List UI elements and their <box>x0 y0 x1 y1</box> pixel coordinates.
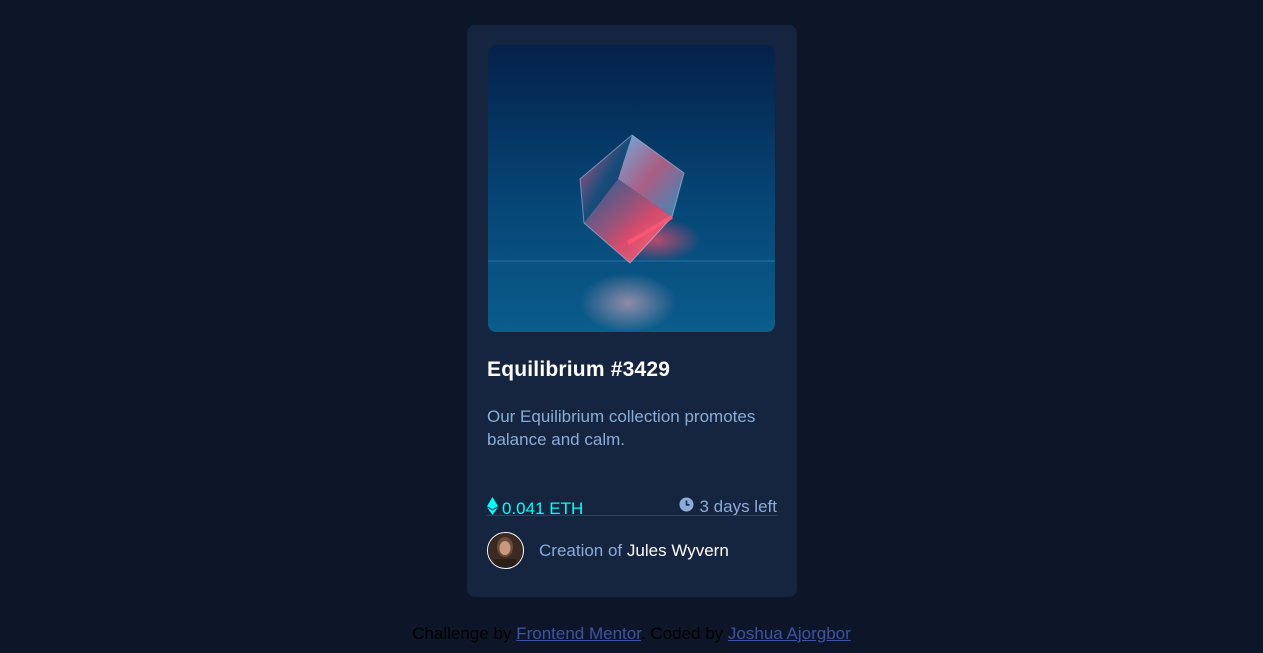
avatar <box>487 532 524 569</box>
creator-row: Creation of Jules Wyvern <box>487 532 729 569</box>
cube-illustration <box>488 45 775 332</box>
author-link[interactable]: Joshua Ajorgbor <box>728 624 851 643</box>
divider <box>487 515 777 516</box>
ethereum-icon <box>487 497 498 520</box>
nft-card: Equilibrium #3429 Our Equilibrium collec… <box>467 25 797 597</box>
nft-title[interactable]: Equilibrium #3429 <box>487 358 670 382</box>
creator-name-link[interactable]: Jules Wyvern <box>627 541 729 560</box>
frontend-mentor-link[interactable]: Frontend Mentor <box>516 624 641 643</box>
attribution: Challenge by Frontend Mentor. Coded by J… <box>0 624 1263 644</box>
price: 0.041 ETH <box>487 497 583 520</box>
attribution-separator: . <box>640 624 646 643</box>
coded-by-text: Coded by <box>650 624 724 643</box>
creator-label: Creation of Jules Wyvern <box>539 541 729 561</box>
nft-description: Our Equilibrium collection promotes bala… <box>487 407 756 449</box>
creator-prefix: Creation of <box>539 540 623 560</box>
time-left: 3 days left <box>679 497 778 517</box>
clock-icon <box>679 497 694 517</box>
challenge-text: Challenge by <box>412 624 512 643</box>
nft-hero-image[interactable] <box>488 45 775 332</box>
time-left-value: 3 days left <box>699 497 778 516</box>
